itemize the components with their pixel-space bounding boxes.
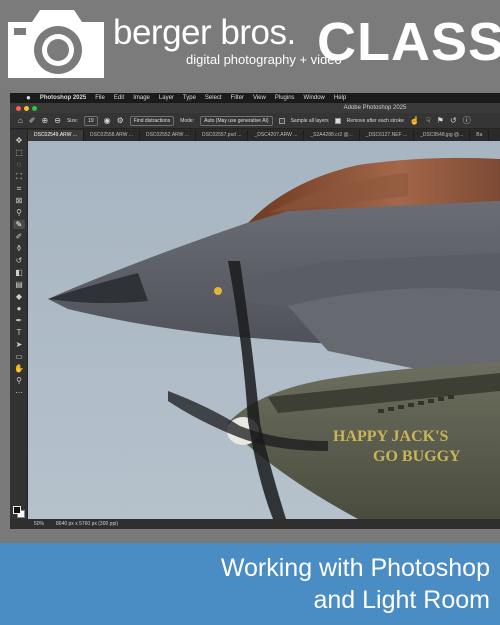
camera-logo-icon xyxy=(8,10,104,78)
thumbs-down-icon[interactable]: ☟ xyxy=(426,115,431,127)
remove-tool-icon[interactable]: ✎ xyxy=(13,220,25,229)
status-bar: 50% 8640 px x 5760 px (300 ppi) xyxy=(10,519,500,529)
stamp-icon[interactable]: ⚱ xyxy=(13,244,25,253)
help-icon[interactable]: ⓘ xyxy=(463,115,471,127)
document-canvas[interactable]: HAPPY JACK'S GO BUGGY xyxy=(28,141,500,519)
nose-art-line2: GO BUGGY xyxy=(373,448,461,465)
frame-icon[interactable]: ⊠ xyxy=(13,196,25,205)
remove-after-stroke-label: Remove after each stroke xyxy=(346,117,404,124)
menu-plugins[interactable]: Plugins xyxy=(275,93,295,103)
mode-label: Mode: xyxy=(180,117,195,124)
apple-icon[interactable]: ● xyxy=(26,93,31,103)
document-info[interactable]: 8640 px x 5760 px (300 ppi) xyxy=(56,519,118,529)
nose-art-line1: HAPPY JACK'S xyxy=(333,428,449,445)
tool-options-bar: ⌂ ✐ ⊕ ⊖ Size: 19 ◉ ⚙ Find distractions M… xyxy=(10,113,500,129)
document-tab-bar: DSC02549.ARW ... DSC02558.ARW ... DSC02552… xyxy=(28,130,500,141)
home-icon[interactable]: ⌂ xyxy=(18,115,23,127)
blur-icon[interactable]: ◆ xyxy=(13,292,25,301)
thumbs-up-icon[interactable]: ☝ xyxy=(410,115,420,127)
mode-select[interactable]: Auto (May use generative AI) xyxy=(200,115,273,126)
lasso-icon[interactable]: ◌ xyxy=(13,160,25,169)
menu-help[interactable]: Help xyxy=(334,93,346,103)
path-select-icon[interactable]: ➤ xyxy=(13,340,25,349)
rectangle-icon[interactable]: ▭ xyxy=(13,352,25,361)
header-banner: berger bros. digital photography + video… xyxy=(0,0,500,90)
brand-name: berger bros. xyxy=(113,13,296,52)
document-tab[interactable]: _DSC6127.NEF ... xyxy=(360,130,415,141)
reset-icon[interactable]: ↺ xyxy=(450,115,457,127)
remove-after-stroke-checkbox[interactable] xyxy=(334,117,341,124)
class-label: CLASS xyxy=(317,12,500,72)
footer-banner: Working with Photoshop and Light Room xyxy=(0,543,500,625)
more-tools-icon[interactable]: ⋯ xyxy=(13,388,25,397)
crop-icon[interactable]: ⌗ xyxy=(13,184,25,193)
pressure-size-icon[interactable]: ◉ xyxy=(104,115,111,127)
photoshop-screenshot: ● Photoshop 2025 File Edit Image Layer T… xyxy=(10,93,500,529)
menu-view[interactable]: View xyxy=(253,93,266,103)
course-title-line2: and Light Room xyxy=(313,586,490,614)
brush-icon[interactable]: ✐ xyxy=(13,232,25,241)
menu-type[interactable]: Type xyxy=(183,93,196,103)
zoom-level[interactable]: 50% xyxy=(34,519,44,529)
document-tab[interactable]: _S2A4288.cr2 @... xyxy=(304,130,360,141)
document-tab[interactable]: DSC02552.ARW ... xyxy=(140,130,196,141)
settings-gear-icon[interactable]: ⚙ xyxy=(117,115,124,127)
sample-all-layers-label: Sample all layers xyxy=(290,117,329,124)
size-input[interactable]: 19 xyxy=(84,115,98,126)
menu-select[interactable]: Select xyxy=(205,93,222,103)
menu-file[interactable]: File xyxy=(95,93,105,103)
type-icon[interactable]: T xyxy=(13,328,25,337)
hand-icon[interactable]: ✋ xyxy=(13,364,25,373)
brush-add-icon[interactable]: ⊕ xyxy=(42,115,49,127)
eyedropper-icon[interactable]: ⚲ xyxy=(13,208,25,217)
menu-window[interactable]: Window xyxy=(304,93,325,103)
gradient-icon[interactable]: ▤ xyxy=(13,280,25,289)
document-tab[interactable]: DSC02557.psd ... xyxy=(196,130,249,141)
macos-menubar: ● Photoshop 2025 File Edit Image Layer T… xyxy=(10,93,500,103)
menu-layer[interactable]: Layer xyxy=(159,93,174,103)
window-title: Adobe Photoshop 2025 xyxy=(343,105,407,111)
remove-tool-preset-icon[interactable]: ✐ xyxy=(29,115,36,127)
brush-subtract-icon[interactable]: ⊖ xyxy=(54,115,61,127)
size-label: Size: xyxy=(66,117,79,124)
find-distractions-button[interactable]: Find distractions xyxy=(129,115,175,126)
flag-icon[interactable]: ⚑ xyxy=(437,115,444,127)
move-icon[interactable]: ✥ xyxy=(13,136,25,145)
menu-app-photoshop[interactable]: Photoshop 2025 xyxy=(40,93,86,103)
dodge-icon[interactable]: ● xyxy=(13,304,25,313)
document-tab[interactable]: DSC02558.ARW ... xyxy=(84,130,140,141)
course-title-line1: Working with Photoshop xyxy=(220,554,490,582)
document-tab[interactable]: _DSC9548.jpg @... xyxy=(414,130,471,141)
sample-all-layers-checkbox[interactable] xyxy=(278,117,285,124)
aircraft-photo: HAPPY JACK'S GO BUGGY xyxy=(28,141,500,519)
eraser-icon[interactable]: ◧ xyxy=(13,268,25,277)
window-titlebar: Adobe Photoshop 2025 xyxy=(10,103,500,113)
foreground-color-swatch[interactable] xyxy=(13,506,21,514)
zoom-icon[interactable]: ⚲ xyxy=(13,376,25,385)
menu-filter[interactable]: Filter xyxy=(231,93,244,103)
object-select-icon[interactable]: ⛶ xyxy=(13,172,25,181)
document-tab[interactable]: Ba xyxy=(470,130,490,141)
menu-image[interactable]: Image xyxy=(133,93,150,103)
document-tab[interactable]: DSC02549.ARW ... xyxy=(28,130,84,141)
marquee-icon[interactable]: ⬚ xyxy=(13,148,25,157)
menu-edit[interactable]: Edit xyxy=(114,93,124,103)
document-tab[interactable]: _DSC4207.ARW ... xyxy=(248,130,305,141)
tools-panel: ✥ ⬚ ◌ ⛶ ⌗ ⊠ ⚲ ✎ ✐ ⚱ ↺ ◧ ▤ ◆ ● ✒ T ➤ ▭ ✋ ⚲ ⋯ xyxy=(10,130,28,519)
pen-icon[interactable]: ✒ xyxy=(13,316,25,325)
history-brush-icon[interactable]: ↺ xyxy=(13,256,25,265)
